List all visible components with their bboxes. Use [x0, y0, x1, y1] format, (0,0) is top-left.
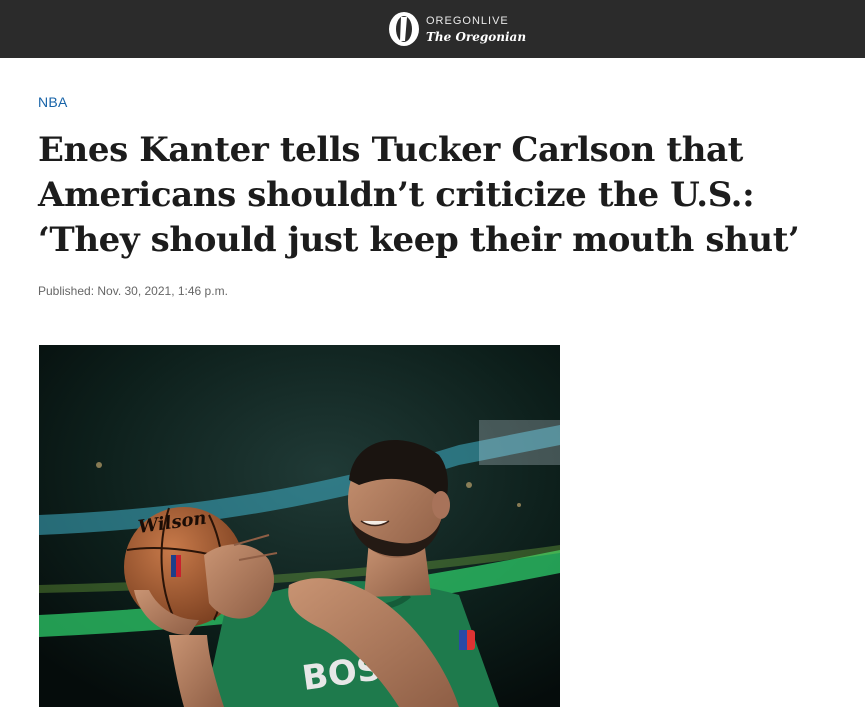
- oregonian-o-logo-icon: [389, 12, 419, 46]
- article-headline: Enes Kanter tells Tucker Carlson that Am…: [38, 130, 800, 260]
- site-logo[interactable]: OREGONLIVE The Oregonian: [388, 10, 526, 48]
- brand-line-oregonian: The Oregonian: [426, 29, 527, 44]
- section-link-nba[interactable]: NBA: [38, 94, 68, 110]
- published-date: Published: Nov. 30, 2021, 1:46 p.m.: [38, 284, 228, 298]
- brand-line-oregonlive: OREGONLIVE: [426, 14, 509, 27]
- article-photo[interactable]: BOS Wilson: [39, 345, 560, 707]
- player-photo-illustration: BOS Wilson: [39, 345, 560, 707]
- brand-wordmark: OREGONLIVE The Oregonian: [426, 14, 527, 44]
- site-header: OREGONLIVE The Oregonian: [0, 0, 865, 58]
